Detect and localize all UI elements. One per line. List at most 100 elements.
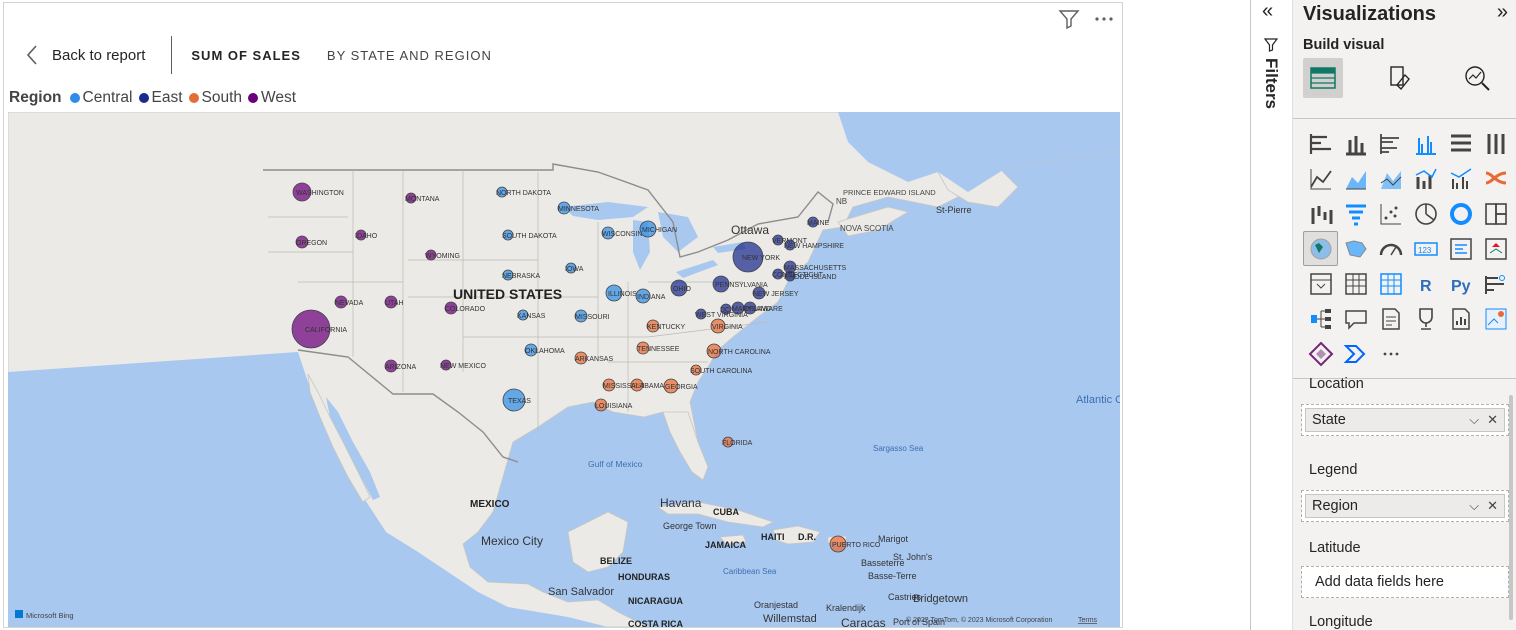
latitude-well[interactable]: Add data fields here — [1301, 566, 1509, 598]
legend-item-east[interactable]: East — [138, 89, 183, 107]
legend-well[interactable]: Region ⌵ ✕ — [1301, 490, 1509, 522]
state-label: OKLAHOMA — [525, 348, 565, 355]
card-icon: 123 — [1413, 241, 1438, 256]
viz-type-stacked-area[interactable] — [1373, 161, 1408, 196]
location-field-pill[interactable]: State ⌵ ✕ — [1305, 408, 1505, 432]
back-to-report-button[interactable]: Back to report — [4, 37, 171, 73]
viz-type-power-apps[interactable] — [1303, 336, 1338, 371]
viz-type-table[interactable] — [1338, 266, 1373, 301]
pane-scrollbar[interactable] — [1509, 395, 1513, 620]
viz-type-clustered-bar[interactable] — [1373, 126, 1408, 161]
viz-type-line-clustered[interactable] — [1443, 161, 1478, 196]
viz-type-area-chart[interactable] — [1338, 161, 1373, 196]
viz-type-multirow-card[interactable] — [1443, 231, 1478, 266]
viz-type-smart-narrative[interactable] — [1373, 301, 1408, 336]
card-header-icons — [1058, 9, 1114, 29]
viz-type-waterfall[interactable] — [1303, 196, 1338, 231]
svg-text:123: 123 — [1418, 246, 1432, 255]
legend-item-south[interactable]: South — [188, 89, 242, 107]
viz-type-trophy[interactable] — [1408, 301, 1443, 336]
viz-type-line-column[interactable] — [1408, 161, 1443, 196]
viz-type-decomposition-tree[interactable] — [1303, 301, 1338, 336]
chevron-double-right-icon[interactable]: » — [1497, 1, 1508, 24]
viz-type-slicer[interactable] — [1303, 266, 1338, 301]
visual-card: Back to report SUM OF SALES BY STATE AND… — [3, 2, 1123, 628]
viz-type-r-visual[interactable]: R — [1408, 266, 1443, 301]
visualizations-title: Visualizations — [1303, 3, 1437, 25]
viz-type-kpi[interactable] — [1478, 231, 1513, 266]
viz-type-treemap[interactable] — [1478, 196, 1513, 231]
viz-type-map[interactable] — [1303, 231, 1338, 266]
viz-type-stacked-bar[interactable] — [1303, 126, 1338, 161]
viz-type-clustered-column[interactable] — [1408, 126, 1443, 161]
kpi-icon — [1484, 237, 1507, 260]
state-label: TEXAS — [508, 398, 531, 405]
map-canvas[interactable]: UNITED STATES MEXICO Mexico City Havana … — [8, 112, 1120, 627]
label-costa-rica: COSTA RICA — [628, 619, 683, 627]
viz-type-ribbon-chart[interactable] — [1478, 161, 1513, 196]
viz-type-line-chart[interactable] — [1303, 161, 1338, 196]
header-separator — [171, 36, 173, 74]
viz-type-100-bar[interactable] — [1443, 126, 1478, 161]
legend-dot — [69, 93, 80, 103]
format-visual-tab[interactable] — [1380, 58, 1420, 98]
filters-label: Filters — [1262, 58, 1281, 110]
legend-label: Central — [82, 89, 133, 106]
close-icon[interactable]: ✕ — [1487, 498, 1498, 514]
viz-type-paginated-report[interactable] — [1443, 301, 1478, 336]
state-label: OREGON — [296, 240, 327, 247]
analytics-magnifier-icon — [1465, 66, 1490, 91]
viz-type-card[interactable]: 123 — [1408, 231, 1443, 266]
viz-type-power-automate[interactable] — [1338, 336, 1373, 371]
state-label: NEVADA — [335, 300, 364, 307]
close-icon[interactable]: ✕ — [1487, 412, 1498, 428]
viz-type-filled-map[interactable] — [1338, 231, 1373, 266]
power-apps-icon — [1308, 341, 1333, 366]
legend-field-pill[interactable]: Region ⌵ ✕ — [1305, 494, 1505, 518]
legend-item-central[interactable]: Central — [69, 89, 133, 107]
label-nb: NB — [836, 197, 847, 206]
map-svg: UNITED STATES MEXICO Mexico City Havana … — [8, 112, 1120, 627]
viz-type-gauge[interactable] — [1373, 231, 1408, 266]
filters-pane-toggle[interactable]: Filters — [1261, 38, 1281, 109]
label-san-salvador: San Salvador — [548, 586, 614, 598]
state-label: CONNECTICUT — [772, 272, 824, 279]
viz-type-azure-map[interactable] — [1478, 301, 1513, 336]
more-options-icon[interactable] — [1094, 16, 1114, 22]
viz-type-matrix[interactable] — [1373, 266, 1408, 301]
breadcrumb-sum-of-sales: SUM OF SALES — [191, 47, 301, 63]
viz-type-stacked-column[interactable] — [1338, 126, 1373, 161]
viz-type-key-influencers[interactable] — [1478, 266, 1513, 301]
matrix-icon — [1379, 272, 1402, 295]
label-oranjestad: Oranjestad — [754, 600, 798, 610]
chevron-double-left-icon[interactable]: « — [1262, 0, 1273, 23]
build-visual-tab[interactable] — [1303, 58, 1343, 98]
analytics-tab[interactable] — [1457, 58, 1497, 98]
label-havana: Havana — [660, 496, 702, 510]
viz-type-scatter[interactable] — [1373, 196, 1408, 231]
chevron-down-icon[interactable]: ⌵ — [1469, 498, 1479, 514]
viz-type-python-visual[interactable]: Py — [1443, 266, 1478, 301]
viz-type-funnel[interactable] — [1338, 196, 1373, 231]
state-label: GEORGIA — [665, 384, 698, 391]
viz-type-qa[interactable] — [1338, 301, 1373, 336]
visual-type-gallery: 123 R Py — [1303, 126, 1513, 371]
viz-type-donut-chart[interactable] — [1443, 196, 1478, 231]
legend-label: West — [261, 89, 297, 106]
viz-type-pie-chart[interactable] — [1408, 196, 1443, 231]
label-basse-terre: Basse-Terre — [868, 571, 917, 581]
trophy-icon — [1418, 307, 1433, 330]
label-george-town: George Town — [663, 521, 716, 531]
python-visual-icon: Py — [1451, 278, 1471, 295]
power-automate-icon — [1343, 344, 1365, 363]
viz-type-more-visuals[interactable] — [1373, 336, 1408, 371]
state-label: VIRGINIA — [712, 324, 743, 331]
label-honduras: HONDURAS — [618, 572, 670, 582]
line-column-icon — [1415, 168, 1437, 189]
legend-item-west[interactable]: West — [248, 89, 296, 107]
viz-type-100-column[interactable] — [1478, 126, 1513, 161]
location-well[interactable]: State ⌵ ✕ — [1301, 404, 1509, 436]
filter-icon[interactable] — [1058, 9, 1080, 29]
chevron-down-icon[interactable]: ⌵ — [1469, 412, 1479, 428]
state-label: WYOMING — [425, 253, 460, 260]
